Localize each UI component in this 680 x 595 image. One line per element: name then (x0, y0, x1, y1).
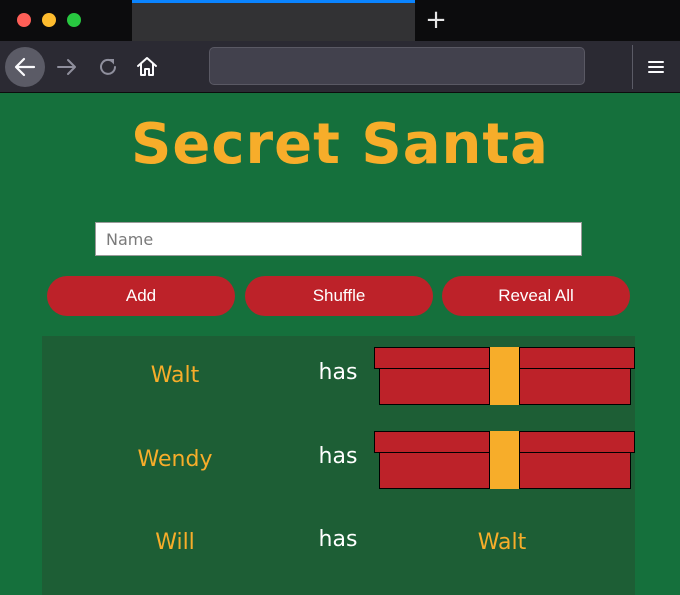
has-label: has (318, 444, 358, 469)
name-input[interactable] (95, 222, 582, 256)
giver-name: Walt (150, 363, 200, 388)
giver-name: Wendy (137, 447, 213, 472)
toolbar-divider (632, 45, 633, 89)
browser-tab-bar: + (0, 0, 680, 41)
reload-icon[interactable] (95, 54, 121, 80)
back-button[interactable] (5, 47, 45, 87)
has-label: has (318, 527, 358, 552)
has-label: has (318, 360, 358, 385)
gift-ribbon (489, 347, 520, 405)
page-title: Secret Santa (131, 112, 549, 177)
hidden-gift-button[interactable] (374, 431, 635, 489)
gift-ribbon (489, 431, 520, 489)
hidden-gift-button[interactable] (374, 347, 635, 405)
recipient-name: Walt (477, 530, 527, 555)
maximize-window-icon[interactable] (67, 13, 81, 27)
browser-tab-active[interactable] (132, 0, 415, 41)
assignment-row: Will has Walt (42, 503, 635, 587)
reveal-all-button[interactable]: Reveal All (442, 276, 630, 316)
add-button[interactable]: Add (47, 276, 235, 316)
new-tab-icon[interactable]: + (424, 6, 448, 34)
browser-toolbar (0, 41, 680, 93)
assignment-row: Walt has (42, 336, 635, 420)
assignments-panel: Walt has Wendy has Will has Walt (42, 336, 635, 595)
home-icon[interactable] (134, 54, 160, 80)
close-window-icon[interactable] (17, 13, 31, 27)
giver-name: Will (155, 530, 195, 555)
forward-icon[interactable] (54, 54, 80, 80)
url-bar[interactable] (209, 47, 585, 85)
minimize-window-icon[interactable] (42, 13, 56, 27)
assignment-row: Wendy has (42, 420, 635, 504)
hamburger-menu-icon[interactable] (644, 55, 668, 79)
shuffle-button[interactable]: Shuffle (245, 276, 433, 316)
arrow-left-icon (14, 57, 36, 77)
